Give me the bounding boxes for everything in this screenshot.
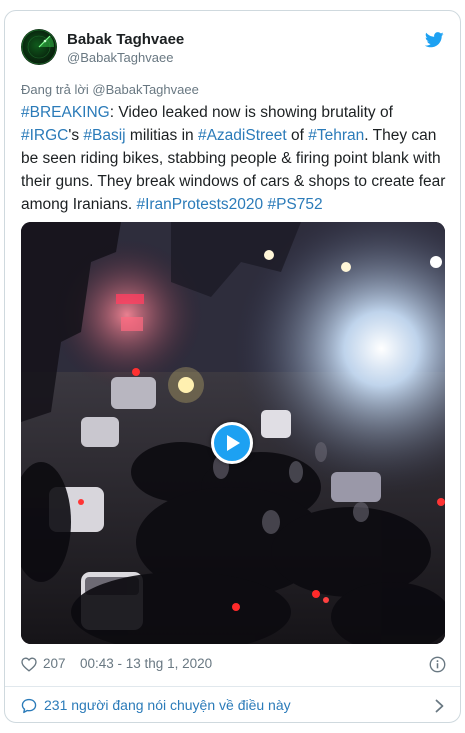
hashtag-link[interactable]: #IRGC xyxy=(21,127,68,144)
hashtag-link[interactable]: #IranProtests2020 xyxy=(136,196,263,213)
avatar[interactable] xyxy=(21,29,57,65)
hashtag-link[interactable]: #BREAKING xyxy=(21,104,110,121)
heart-icon[interactable] xyxy=(21,657,37,672)
tweet-text-segment: militias in xyxy=(125,127,198,144)
play-icon xyxy=(227,435,240,451)
hashtag-link[interactable]: #Tehran xyxy=(308,127,364,144)
play-button[interactable] xyxy=(211,422,253,464)
tweet-text: #BREAKING: Video leaked now is showing b… xyxy=(21,101,451,216)
chevron-right-icon[interactable] xyxy=(435,699,444,713)
tweet-header: Babak Taghvaee @BabakTaghvaee xyxy=(5,11,460,81)
speech-bubble-icon xyxy=(21,698,37,714)
hashtag-link[interactable]: #Basij xyxy=(83,127,125,144)
tweet-timestamp[interactable]: 00:43 - 13 thg 1, 2020 xyxy=(80,656,212,671)
embedded-tweet-card: Babak Taghvaee @BabakTaghvaee Đang trả l… xyxy=(4,10,461,723)
conversation-label[interactable]: 231 người đang nói chuyện về điều này xyxy=(44,697,291,713)
video-thumbnail[interactable] xyxy=(21,222,445,644)
tweet-text-segment: 's xyxy=(68,127,84,144)
like-count[interactable]: 207 xyxy=(43,656,66,671)
tweet-text-segment: of xyxy=(286,127,309,144)
hashtag-link[interactable]: #PS752 xyxy=(267,196,322,213)
author-display-name[interactable]: Babak Taghvaee xyxy=(67,31,184,49)
conversation-link[interactable]: 231 người đang nói chuyện về điều này xyxy=(21,695,446,717)
tweet-meta: 207 00:43 - 13 thg 1, 2020 xyxy=(21,655,446,675)
author-handle[interactable]: @BabakTaghvaee xyxy=(67,49,184,67)
divider xyxy=(5,686,460,687)
tweet-text-segment: : Video leaked now is showing brutality … xyxy=(109,104,393,121)
reply-context[interactable]: Đang trả lời @BabakTaghvaee xyxy=(21,81,199,99)
hashtag-link[interactable]: #AzadiStreet xyxy=(198,127,287,144)
info-icon[interactable] xyxy=(429,656,446,673)
twitter-bird-icon[interactable] xyxy=(425,32,444,48)
author-block[interactable]: Babak Taghvaee @BabakTaghvaee xyxy=(67,31,184,67)
